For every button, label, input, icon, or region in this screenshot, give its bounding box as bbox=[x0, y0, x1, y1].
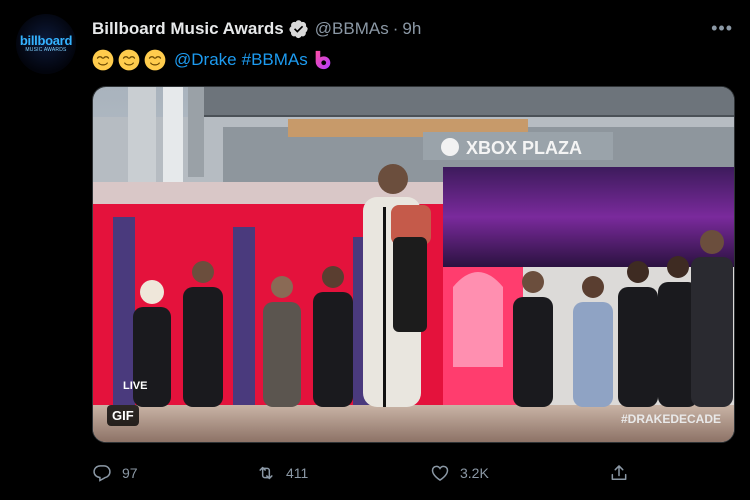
tweet-text: @Drake #BBMAs bbox=[92, 48, 334, 72]
retweet-icon bbox=[259, 466, 273, 480]
avatar-logo-subtext: MUSIC AWARDS bbox=[25, 47, 67, 53]
relieved-face-emoji-icon bbox=[92, 49, 114, 71]
action-bar: 97 411 3.2K bbox=[92, 458, 652, 488]
heart-icon bbox=[431, 465, 449, 481]
reply-button[interactable]: 97 bbox=[92, 458, 138, 488]
xbox-plaza-sign: XBOX PLAZA bbox=[466, 138, 582, 158]
reply-icon bbox=[93, 465, 111, 482]
stage-scene-image: XBOX PLAZA LIVE #DRAKEDECADE bbox=[93, 87, 734, 442]
share-button[interactable] bbox=[609, 458, 629, 488]
gif-badge: GIF bbox=[107, 405, 139, 426]
avatar-logo-text: billboard bbox=[19, 33, 73, 48]
drake-decade-hashtag: #DRAKEDECADE bbox=[621, 412, 721, 426]
live-bug-text: LIVE bbox=[123, 380, 147, 392]
reply-count: 97 bbox=[122, 465, 138, 481]
billboard-b-icon bbox=[315, 50, 331, 70]
timestamp[interactable]: 9h bbox=[402, 19, 421, 39]
relieved-face-emoji-icon bbox=[118, 49, 140, 71]
mention-link[interactable]: @Drake bbox=[174, 50, 237, 70]
hashtag-link[interactable]: #BBMAs bbox=[242, 50, 308, 70]
user-handle[interactable]: @BBMAs bbox=[315, 19, 389, 39]
avatar[interactable]: billboard MUSIC AWARDS bbox=[16, 14, 76, 74]
relieved-face-emoji-icon bbox=[144, 49, 166, 71]
more-options-icon[interactable]: ••• bbox=[711, 18, 733, 39]
tweet-card[interactable]: billboard MUSIC AWARDS Billboard Music A… bbox=[0, 0, 750, 500]
display-name[interactable]: Billboard Music Awards bbox=[92, 19, 284, 39]
verified-badge-icon bbox=[289, 20, 308, 39]
separator-dot: · bbox=[392, 19, 399, 38]
gif-media[interactable]: XBOX PLAZA LIVE #DRAKEDECADE GIF bbox=[92, 86, 735, 443]
like-count: 3.2K bbox=[460, 465, 489, 481]
like-button[interactable]: 3.2K bbox=[430, 458, 489, 488]
retweet-count: 411 bbox=[286, 465, 309, 481]
tweet-header: Billboard Music Awards @BBMAs · 9h bbox=[92, 17, 421, 41]
share-icon bbox=[611, 465, 627, 480]
retweet-button[interactable]: 411 bbox=[256, 458, 308, 488]
